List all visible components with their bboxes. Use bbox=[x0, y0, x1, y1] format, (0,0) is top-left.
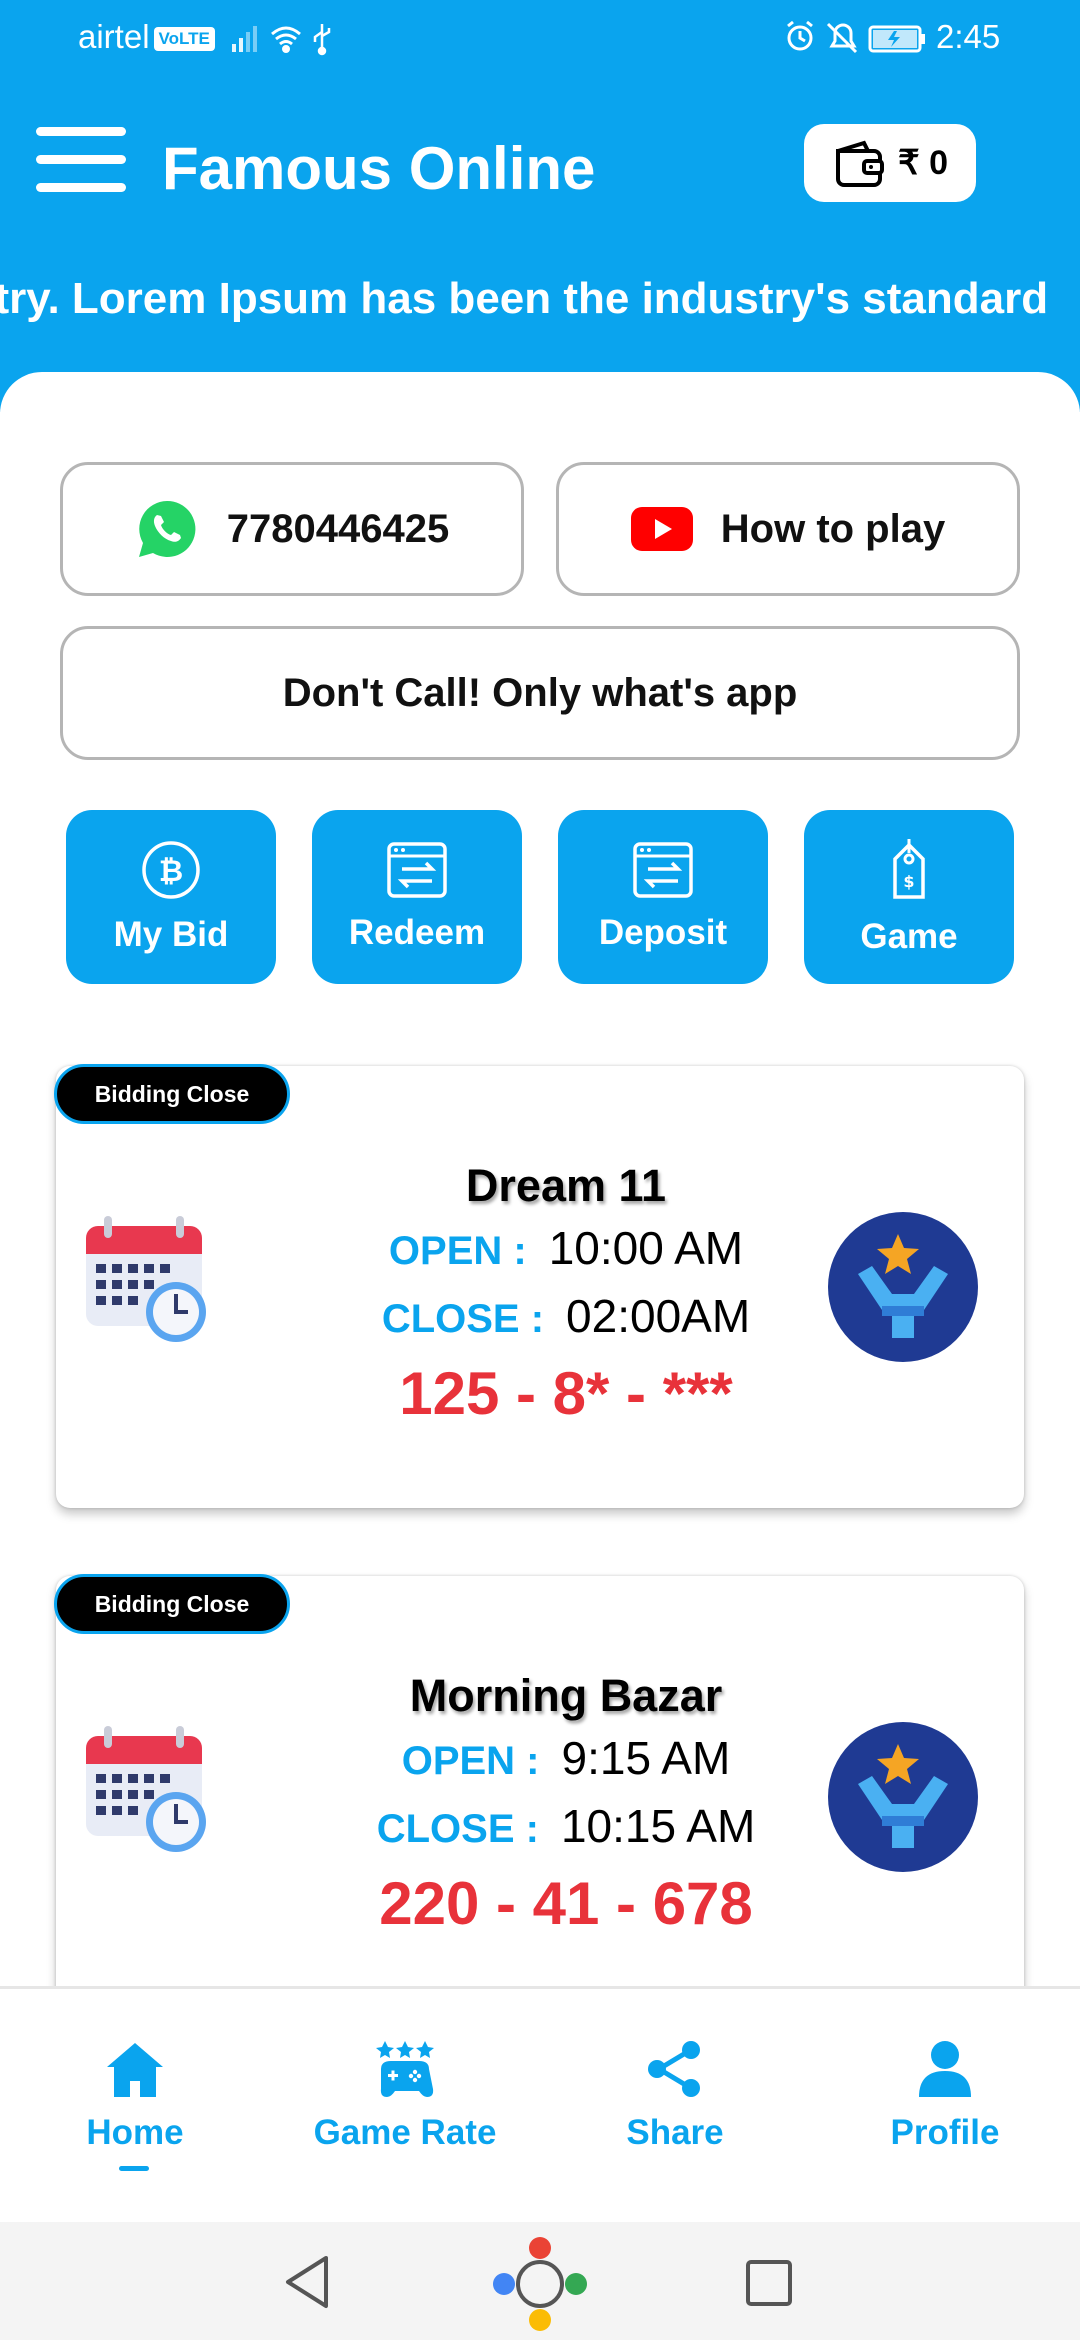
open-label: OPEN : bbox=[388, 1229, 527, 1273]
status-badge: Bidding Close bbox=[54, 1064, 290, 1124]
open-time-row: OPEN : 9:15 AM bbox=[286, 1726, 846, 1794]
notice-banner: Don't Call! Only what's app bbox=[60, 626, 1020, 760]
app-header: Famous Online ₹ 0 stry. Lorem Ipsum has … bbox=[0, 72, 1080, 412]
open-time: 9:15 AM bbox=[561, 1732, 731, 1784]
alarm-icon bbox=[787, 20, 813, 51]
open-time: 10:00 AM bbox=[548, 1222, 744, 1274]
carrier-label: airtel bbox=[78, 18, 150, 55]
carrier-name: airtel VoLTE bbox=[78, 18, 215, 56]
game-card[interactable]: Bidding Close Dream 11 OPEN : 10:00 AM CL… bbox=[54, 1064, 1024, 1508]
game-result: 220 - 41 - 678 bbox=[379, 1870, 753, 1937]
mute-icon bbox=[826, 22, 858, 54]
share-icon bbox=[648, 2041, 700, 2097]
system-nav-bar bbox=[0, 2222, 1080, 2340]
back-icon[interactable] bbox=[282, 2254, 332, 2310]
price-tag-icon: $ bbox=[893, 839, 925, 899]
battery-icon bbox=[868, 25, 925, 53]
trophy-person-icon[interactable] bbox=[828, 1212, 978, 1362]
whatsapp-icon bbox=[138, 500, 196, 557]
nav-home-label: Home bbox=[86, 2113, 184, 2152]
redeem-label: Redeem bbox=[348, 913, 486, 952]
transfer-icon bbox=[387, 842, 447, 898]
game-info: Dream 11 OPEN : 10:00 AM CLOSE : 02:00AM 1… bbox=[286, 1156, 846, 1434]
wallet-icon bbox=[836, 140, 884, 187]
wallet-button[interactable]: ₹ 0 bbox=[804, 124, 976, 202]
game-result: 125 - 8* - *** bbox=[399, 1360, 733, 1427]
svg-text:$: $ bbox=[903, 872, 914, 891]
assistant-home-icon[interactable] bbox=[490, 2234, 590, 2334]
status-left-icons bbox=[228, 18, 348, 63]
my-bid-label: My Bid bbox=[113, 915, 229, 954]
game-label: Game bbox=[860, 917, 958, 956]
calendar-icon bbox=[86, 1726, 206, 1852]
deposit-button[interactable]: Deposit bbox=[558, 810, 768, 984]
nav-share[interactable]: Share bbox=[540, 2039, 810, 2153]
status-time: 2:45 bbox=[936, 18, 1001, 55]
close-time-row: CLOSE : 10:15 AM bbox=[286, 1794, 846, 1862]
nav-profile[interactable]: Profile bbox=[810, 2039, 1080, 2153]
how-to-play-label: How to play bbox=[720, 506, 946, 551]
wallet-amount: ₹ 0 bbox=[898, 144, 948, 182]
usb-icon bbox=[313, 24, 331, 56]
close-label: CLOSE : bbox=[381, 1297, 545, 1341]
main-content: 7780446425 How to play Don't Call! Only … bbox=[0, 372, 1080, 1987]
bitcoin-icon: ₿ bbox=[142, 841, 200, 899]
game-button[interactable]: $ Game bbox=[804, 810, 1014, 984]
nav-game-rate[interactable]: Game Rate bbox=[270, 2039, 540, 2153]
nav-game-rate-label: Game Rate bbox=[313, 2113, 497, 2152]
notice-text: Don't Call! Only what's app bbox=[282, 670, 798, 715]
signal-icon bbox=[232, 26, 257, 52]
game-info: Morning Bazar OPEN : 9:15 AM CLOSE : 10:15… bbox=[286, 1666, 846, 1944]
recents-icon[interactable] bbox=[744, 2258, 794, 2308]
close-time: 10:15 AM bbox=[560, 1800, 756, 1852]
svg-text:₿: ₿ bbox=[159, 854, 183, 889]
open-time-row: OPEN : 10:00 AM bbox=[286, 1216, 846, 1284]
close-label: CLOSE : bbox=[376, 1807, 539, 1851]
my-bid-button[interactable]: ₿ My Bid bbox=[66, 810, 276, 984]
trophy-person-icon[interactable] bbox=[828, 1722, 978, 1872]
deposit-label: Deposit bbox=[598, 913, 728, 952]
game-name: Morning Bazar bbox=[409, 1670, 723, 1721]
bottom-nav: Home Game Rate Share Profile bbox=[0, 1986, 1080, 2222]
calendar-icon bbox=[86, 1216, 206, 1342]
open-label: OPEN : bbox=[401, 1739, 540, 1783]
nav-home[interactable]: Home bbox=[0, 2039, 270, 2171]
active-indicator bbox=[119, 2166, 149, 2171]
nav-share-label: Share bbox=[626, 2113, 724, 2152]
status-bar: airtel VoLTE 2:45 bbox=[0, 0, 1080, 72]
close-time: 02:00AM bbox=[566, 1290, 751, 1342]
redeem-button[interactable]: Redeem bbox=[312, 810, 522, 984]
news-marquee: stry. Lorem Ipsum has been the industry'… bbox=[0, 274, 1080, 330]
nav-profile-label: Profile bbox=[890, 2113, 1000, 2152]
how-to-play-button[interactable]: How to play bbox=[556, 462, 1020, 596]
app-title: Famous Online bbox=[162, 135, 596, 202]
youtube-icon bbox=[630, 507, 693, 551]
status-right-icons bbox=[782, 18, 932, 63]
whatsapp-number: 7780446425 bbox=[226, 506, 450, 551]
game-card[interactable]: Bidding Close Morning Bazar OPEN : 9:15 A… bbox=[54, 1574, 1024, 1987]
game-name: Dream 11 bbox=[465, 1160, 667, 1211]
home-icon bbox=[107, 2043, 163, 2097]
wifi-icon bbox=[271, 26, 301, 53]
transfer-icon bbox=[633, 842, 693, 898]
game-rate-icon bbox=[376, 2041, 434, 2097]
status-badge: Bidding Close bbox=[54, 1574, 290, 1634]
volte-badge: VoLTE bbox=[153, 27, 215, 52]
close-time-row: CLOSE : 02:00AM bbox=[286, 1284, 846, 1352]
profile-icon bbox=[919, 2041, 971, 2097]
whatsapp-button[interactable]: 7780446425 bbox=[60, 462, 524, 596]
menu-icon[interactable] bbox=[36, 127, 126, 197]
marquee-text: stry. Lorem Ipsum has been the industry'… bbox=[0, 274, 1049, 323]
